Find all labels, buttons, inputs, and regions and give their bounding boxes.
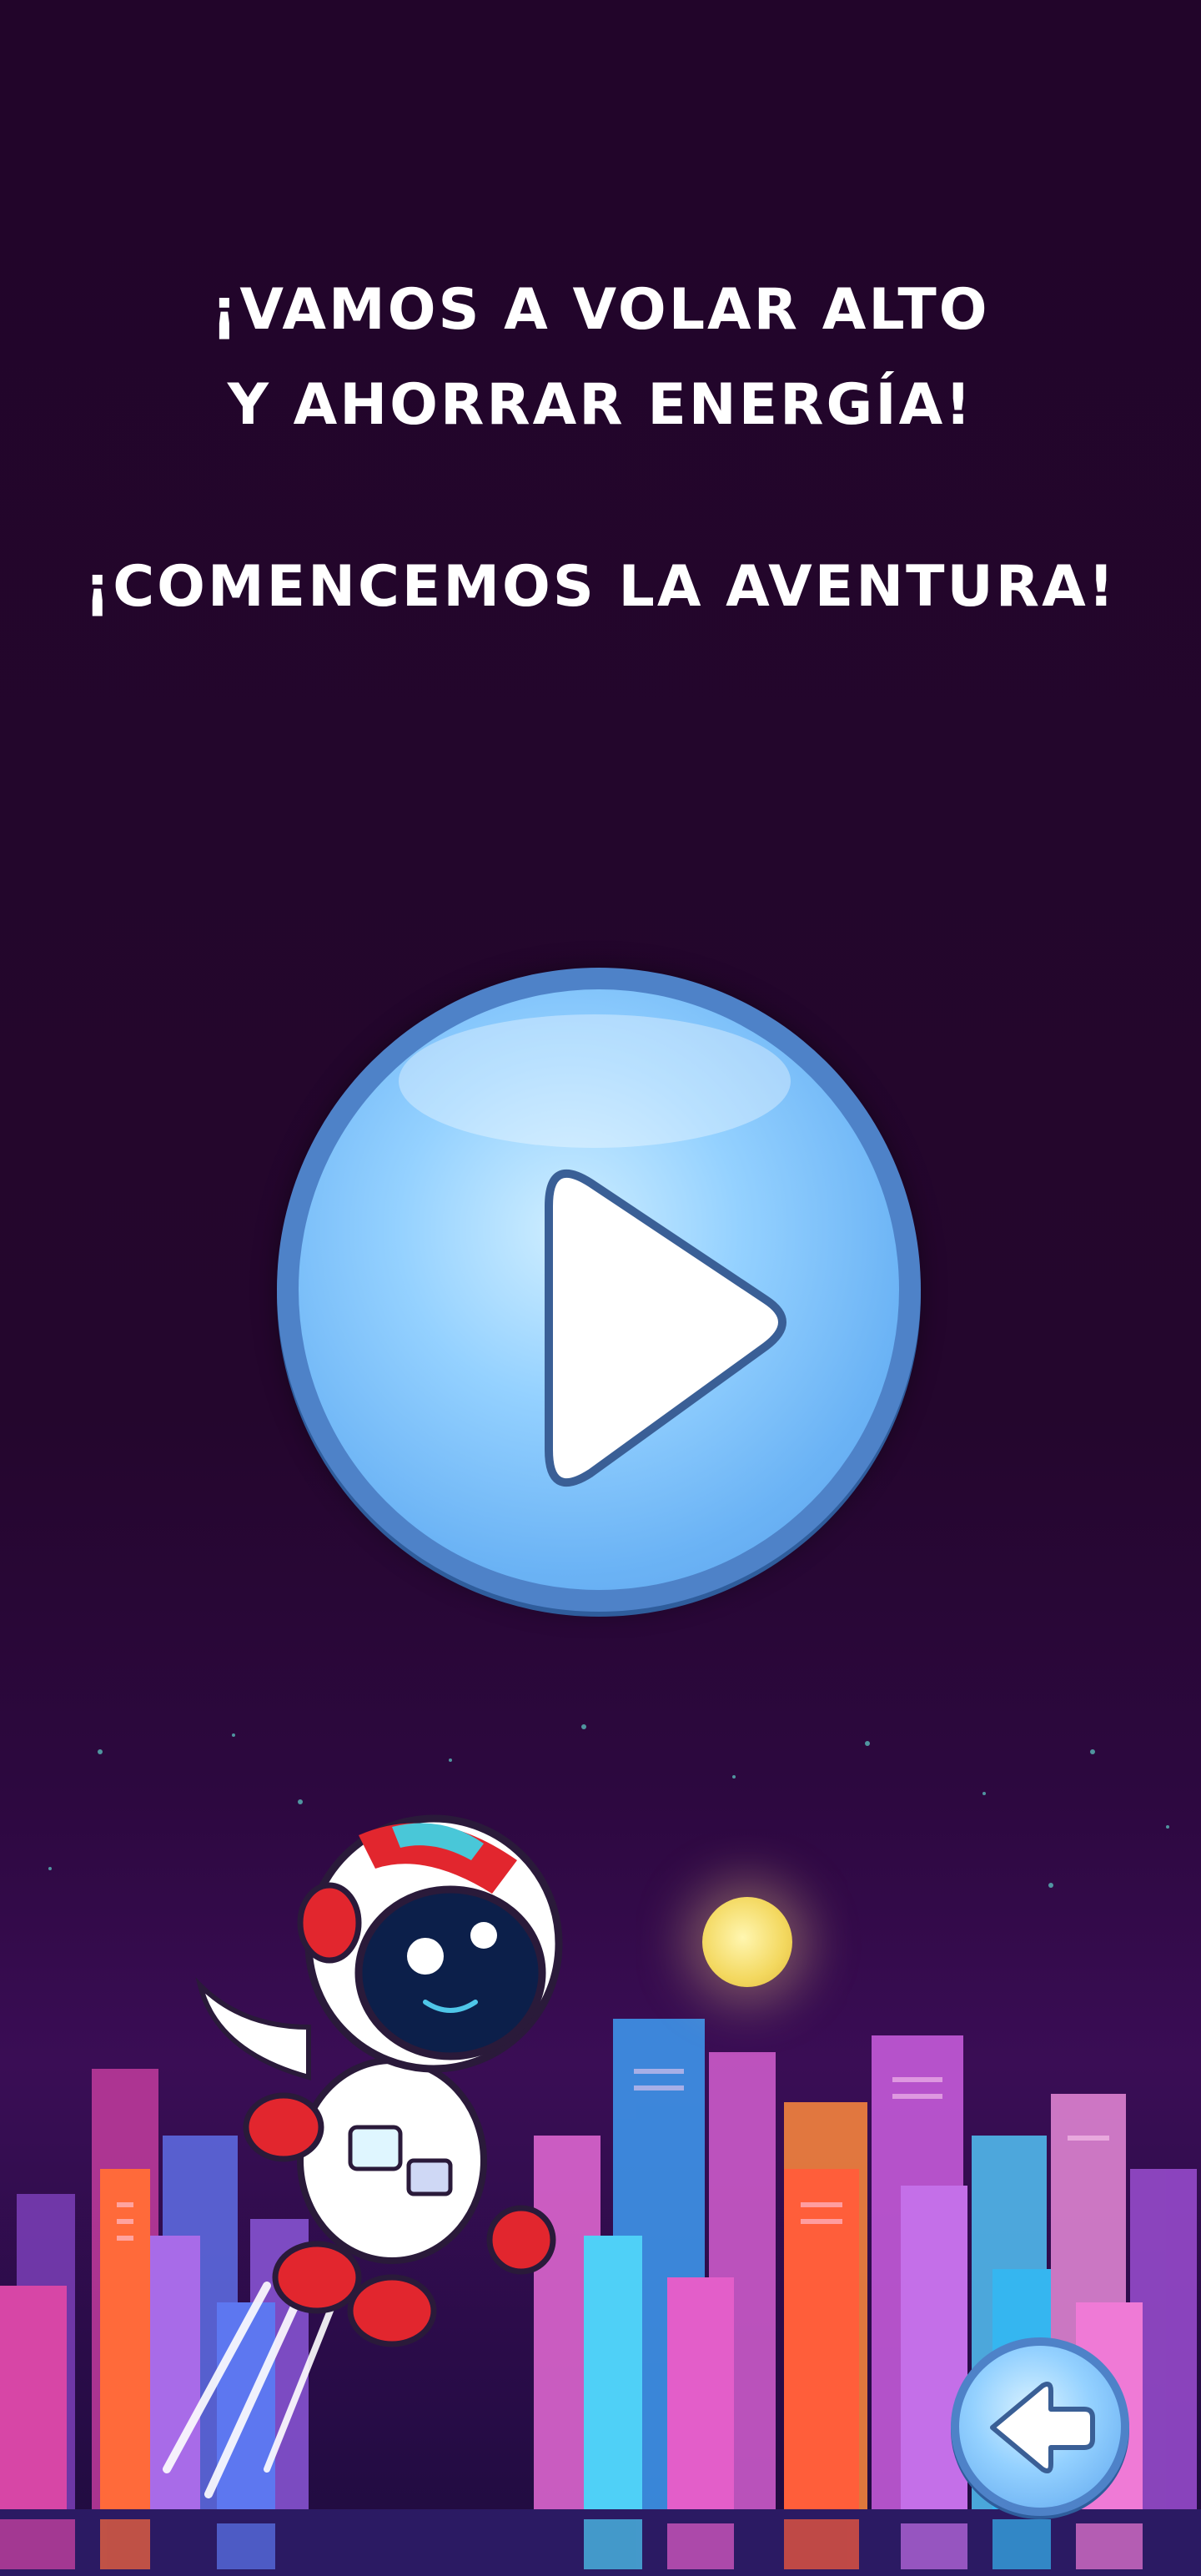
intro-line-1: ¡VAMOS A VOLAR ALTO (211, 277, 990, 343)
intro-line-3: ¡COMENCEMOS LA AVENTURA! (84, 554, 1117, 620)
intro-line-2: Y AHORRAR ENERGÍA! (227, 372, 974, 438)
moon (702, 1897, 792, 1987)
play-icon (545, 1170, 786, 1487)
play-button-face (299, 989, 899, 1590)
back-button-face (959, 2346, 1121, 2508)
play-button[interactable] (277, 968, 921, 1612)
back-arrow-icon (990, 2382, 1095, 2473)
astronaut-character (163, 1814, 563, 2498)
back-button[interactable] (951, 2337, 1129, 2516)
game-start-screen: ¡VAMOS A VOLAR ALTO Y AHORRAR ENERGÍA! ¡… (0, 0, 1201, 2576)
